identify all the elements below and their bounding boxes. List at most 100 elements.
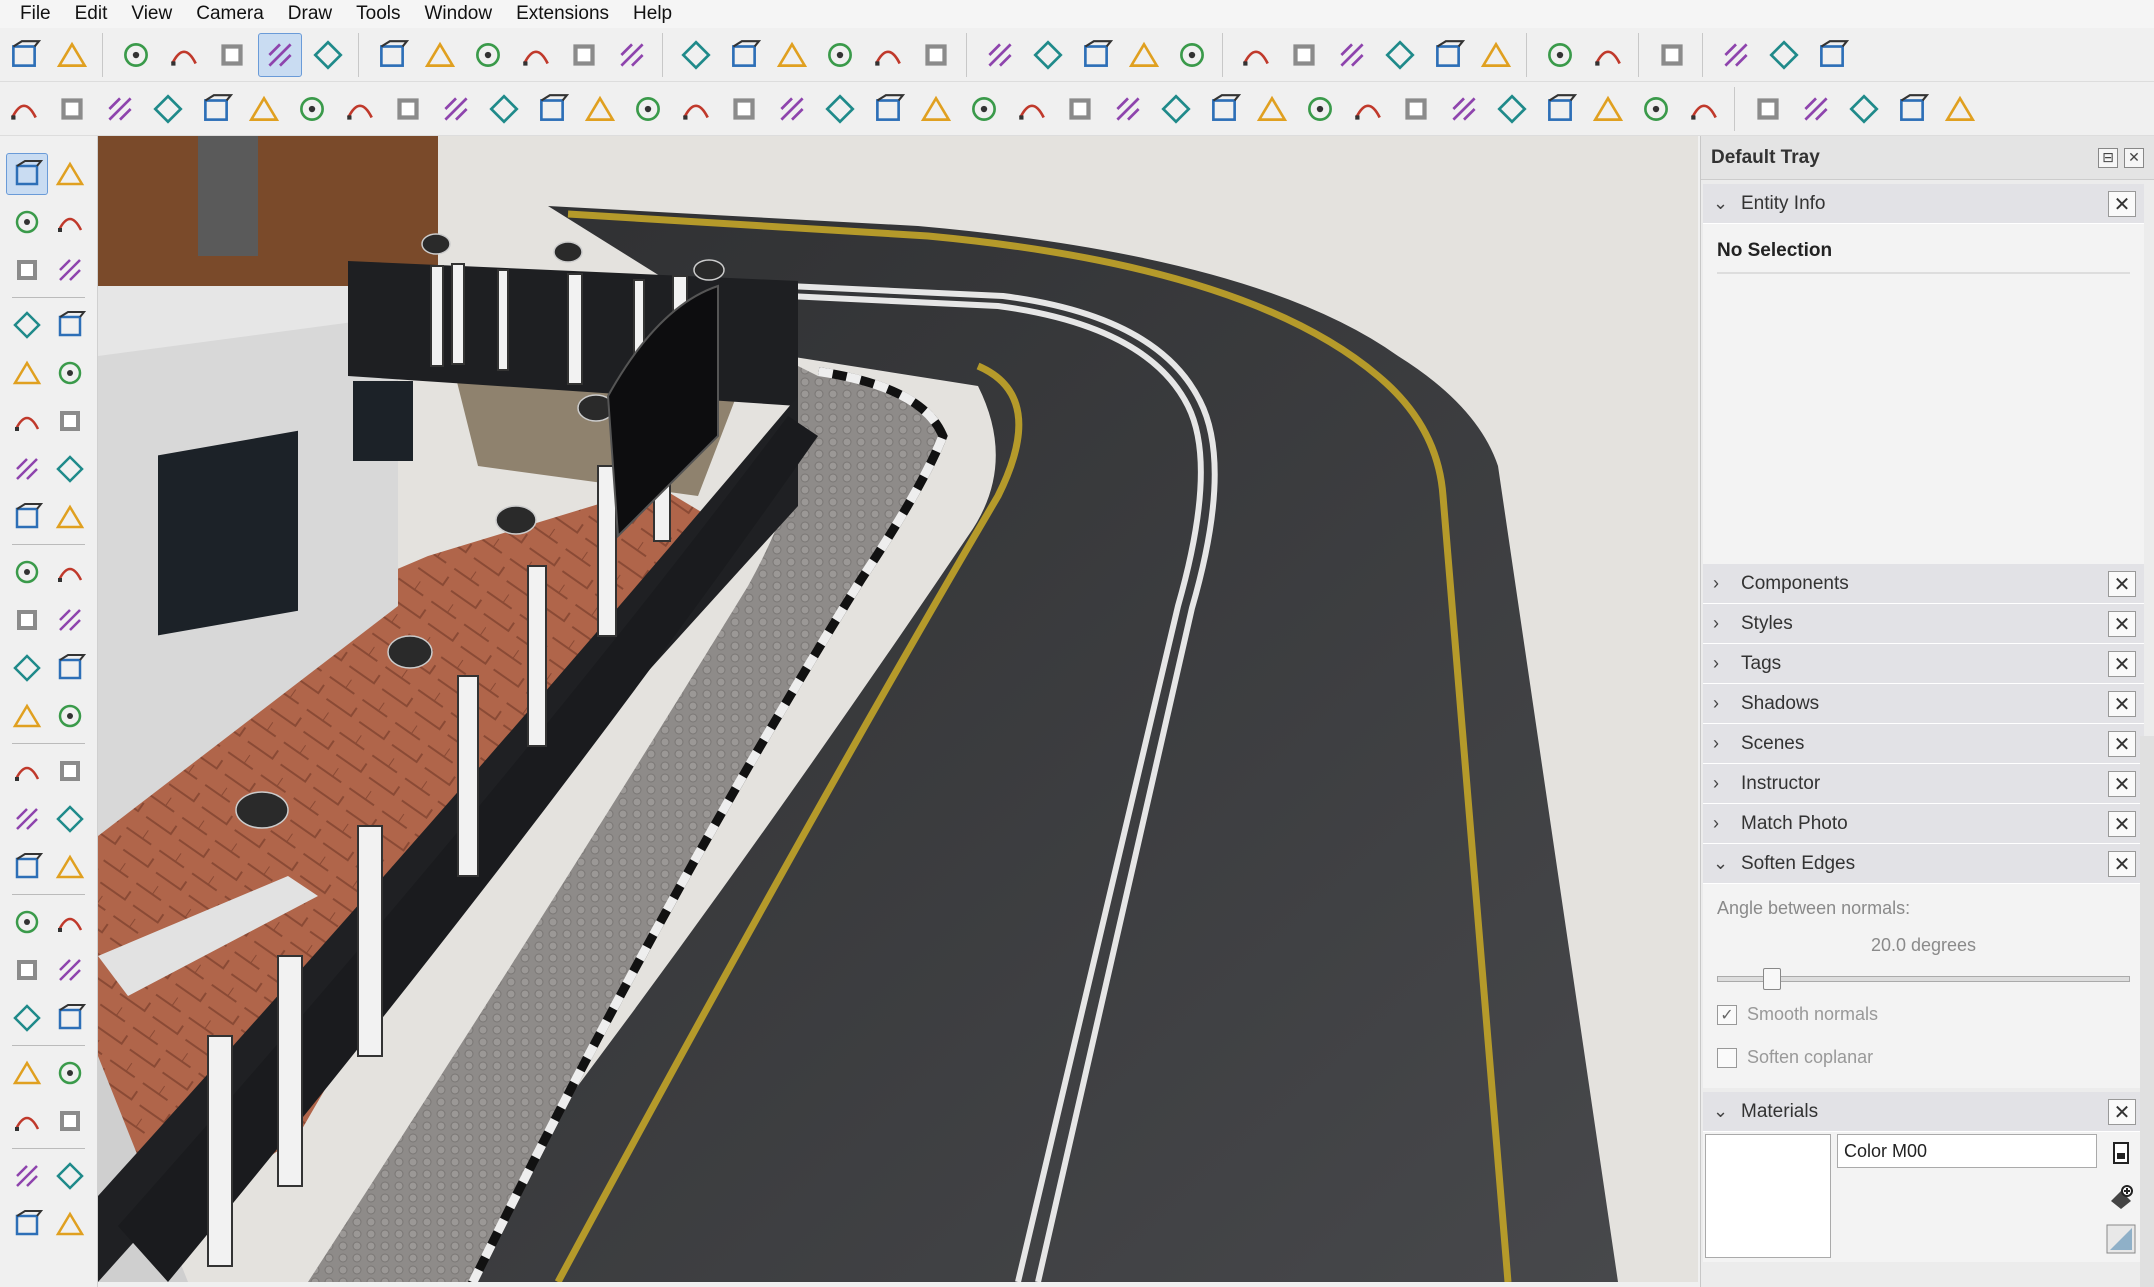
bottom-view-icon[interactable] (610, 33, 654, 77)
f6-extension-icon[interactable] (1586, 33, 1630, 77)
section-plane-tool-icon[interactable] (49, 1100, 91, 1142)
paint-5-icon[interactable] (1938, 87, 1982, 131)
rotated-rectangle-icon[interactable] (49, 352, 91, 394)
union-icon[interactable] (914, 33, 958, 77)
section-plane-icon[interactable] (674, 33, 718, 77)
dimension-icon[interactable] (49, 750, 91, 792)
mesh-icon[interactable] (1538, 87, 1582, 131)
menu-help[interactable]: Help (621, 0, 684, 28)
section-fill-icon[interactable] (770, 33, 814, 77)
shaded-icon[interactable] (210, 33, 254, 77)
joint-push-pull-icon[interactable] (386, 87, 430, 131)
joist-icon[interactable] (1250, 87, 1294, 131)
flip-edge-icon[interactable] (1426, 33, 1470, 77)
rectangle-icon[interactable] (6, 352, 48, 394)
plank-icon[interactable] (1154, 87, 1198, 131)
close-icon[interactable]: ✕ (2108, 771, 2136, 797)
close-icon[interactable]: ✕ (2108, 571, 2136, 597)
follow-me-icon[interactable] (434, 87, 478, 131)
settings-icon[interactable] (49, 1203, 91, 1245)
paint-1-icon[interactable] (1746, 87, 1790, 131)
cut-icon[interactable] (146, 87, 190, 131)
wireframe-icon[interactable] (162, 33, 206, 77)
offset-icon[interactable] (49, 647, 91, 689)
material-name-field[interactable] (1837, 1134, 2097, 1168)
tag-icon[interactable] (49, 249, 91, 291)
shaded-textures-icon[interactable] (258, 32, 302, 77)
pie-icon[interactable] (49, 496, 91, 538)
polygon-icon[interactable] (49, 400, 91, 442)
columns-icon[interactable] (818, 87, 862, 131)
geo-location-icon[interactable] (1538, 33, 1582, 77)
section-1-icon[interactable] (1714, 33, 1758, 77)
close-icon[interactable]: ✕ (2124, 147, 2144, 168)
menu-file[interactable]: File (8, 0, 63, 28)
walk-icon[interactable] (49, 1052, 91, 1094)
close-icon[interactable]: ✕ (2108, 811, 2136, 837)
warehouse-icon[interactable] (1650, 33, 1694, 77)
rail-icon[interactable] (1106, 87, 1150, 131)
menu-tools[interactable]: Tools (344, 0, 412, 28)
smooth-normals-checkbox[interactable]: ✓ (1717, 1004, 1737, 1025)
window-icon[interactable] (674, 87, 718, 131)
beam-icon[interactable] (1202, 87, 1246, 131)
tri-icon[interactable] (722, 87, 766, 131)
trim-icon[interactable] (1026, 33, 1070, 77)
make-component-icon[interactable] (6, 249, 48, 291)
3d-text-icon[interactable] (49, 846, 91, 888)
sample-paint-icon[interactable] (2106, 1224, 2136, 1254)
drape-icon[interactable] (1330, 33, 1374, 77)
curviloft-icon[interactable] (1474, 33, 1518, 77)
3d-scene[interactable] (98, 136, 1698, 1282)
scenes-tool-icon[interactable] (6, 1203, 48, 1245)
soften-edges-panel-header[interactable]: ⌄ Soften Edges ✕ (1703, 844, 2144, 884)
move-icon[interactable] (6, 551, 48, 593)
three-point-arc-icon[interactable] (6, 496, 48, 538)
stairs-icon[interactable] (770, 87, 814, 131)
flip-icon[interactable] (49, 695, 91, 737)
arc-icon[interactable] (6, 448, 48, 490)
panel-scenes[interactable]: › Scenes ✕ (1703, 724, 2144, 764)
xray-icon[interactable] (114, 33, 158, 77)
wall-icon[interactable] (914, 87, 958, 131)
intersect-icon[interactable] (866, 33, 910, 77)
monochrome-icon[interactable] (306, 33, 350, 77)
menu-edit[interactable]: Edit (63, 0, 120, 28)
text-icon[interactable] (49, 798, 91, 840)
solid-tools-icon[interactable] (6, 695, 48, 737)
subtract-icon[interactable] (978, 33, 1022, 77)
lath-icon[interactable] (1634, 87, 1678, 131)
push-pull-icon[interactable] (49, 551, 91, 593)
select-icon[interactable] (6, 153, 49, 195)
split-icon[interactable] (1074, 33, 1118, 77)
close-icon[interactable]: ✕ (2108, 691, 2136, 717)
menu-window[interactable]: Window (413, 0, 505, 28)
paint-bucket-icon[interactable] (6, 201, 48, 243)
line-tools-icon[interactable] (2, 87, 46, 131)
add-detail-icon[interactable] (1378, 33, 1422, 77)
zoom-window-icon[interactable] (49, 949, 91, 991)
close-icon[interactable]: ✕ (2108, 731, 2136, 757)
paint-4-icon[interactable] (1890, 87, 1934, 131)
section-cut-icon[interactable] (722, 33, 766, 77)
circle-icon[interactable] (6, 400, 48, 442)
slider-thumb[interactable] (1763, 968, 1782, 990)
steps-icon[interactable] (1058, 87, 1102, 131)
panel-components[interactable]: › Components ✕ (1703, 564, 2144, 604)
soften-coplanar-checkbox[interactable] (1717, 1047, 1737, 1068)
close-icon[interactable]: ✕ (2108, 1099, 2136, 1125)
rotate-icon[interactable] (194, 87, 238, 131)
menu-camera[interactable]: Camera (184, 0, 276, 28)
right-view-icon[interactable] (466, 33, 510, 77)
eraser-icon[interactable] (49, 201, 91, 243)
fillet-icon[interactable] (482, 87, 526, 131)
protractor-icon[interactable] (6, 798, 48, 840)
sandbox-from-contours-icon[interactable] (1122, 33, 1166, 77)
panel-tags[interactable]: › Tags ✕ (1703, 644, 2144, 684)
close-icon[interactable]: ✕ (2108, 851, 2136, 877)
close-icon[interactable]: ✕ (2108, 611, 2136, 637)
menu-extensions[interactable]: Extensions (504, 0, 621, 28)
frame-icon[interactable] (1442, 87, 1486, 131)
axes-icon[interactable] (6, 846, 48, 888)
paint-2-icon[interactable] (1794, 87, 1838, 131)
